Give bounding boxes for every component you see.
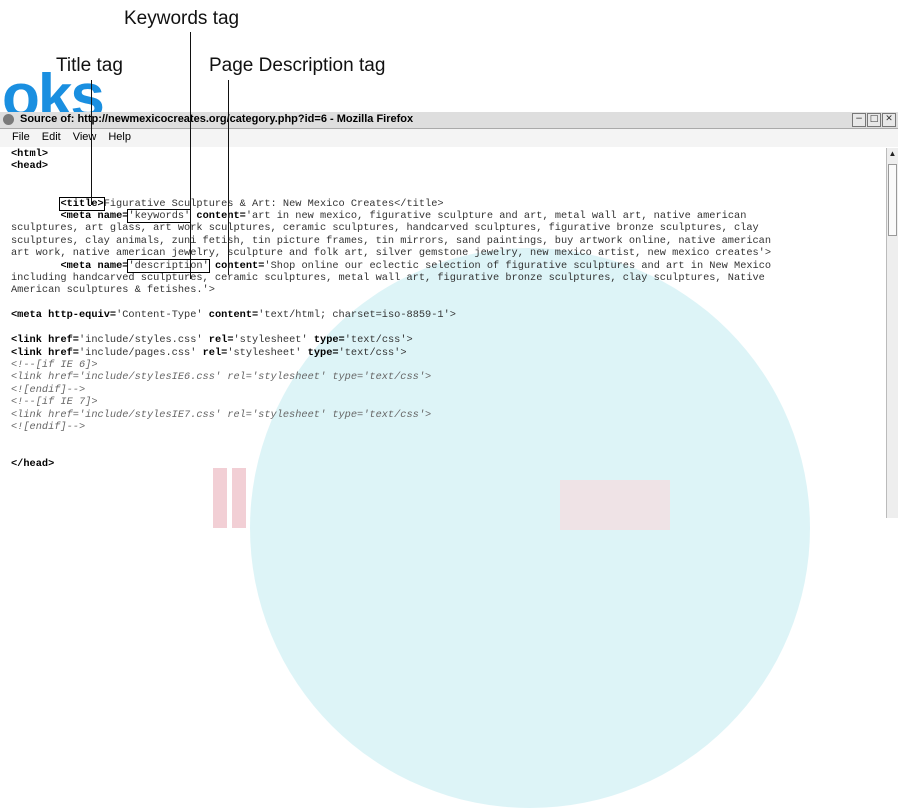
title-text: Figurative Sculptures & Art: New Mexico … xyxy=(103,197,444,210)
scroll-thumb[interactable] xyxy=(888,164,897,236)
type-attr: type= xyxy=(307,346,339,359)
title-pointer-line xyxy=(91,80,92,205)
html-open-tag: <html> xyxy=(11,148,49,160)
source-view[interactable]: <html> <head> <title>Figurative Sculptur… xyxy=(0,148,887,518)
http-equiv-attr: http-equiv= xyxy=(48,309,117,322)
title-bar: Source of: http://newmexicocreates.org/c… xyxy=(0,112,898,129)
window-controls: − □ ✕ xyxy=(852,113,896,127)
source-window: Source of: http://newmexicocreates.org/c… xyxy=(0,112,898,518)
conditional-comment: <link href='include/stylesIE7.css' rel='… xyxy=(11,408,432,421)
callout-page-description-tag: Page Description tag xyxy=(209,55,386,76)
href-value: 'include/pages.css' xyxy=(79,346,197,359)
menu-edit[interactable]: Edit xyxy=(36,129,67,147)
description-content-line: including handcarved sculptures, ceramic… xyxy=(11,272,765,285)
rel-attr: rel= xyxy=(208,334,234,347)
href-value: 'include/styles.css' xyxy=(79,334,203,347)
content-attr: content= xyxy=(196,210,246,223)
menu-help[interactable]: Help xyxy=(102,129,137,147)
title-open-tag: <title> xyxy=(59,196,105,211)
link-tag: <link xyxy=(11,346,42,359)
type-attr: type= xyxy=(313,334,345,347)
keywords-content-line: sculptures, art glass, art work sculptur… xyxy=(11,222,759,235)
meta-tag: <meta xyxy=(60,210,92,223)
window-title: Source of: http://newmexicocreates.org/c… xyxy=(20,113,414,125)
link-tag: <link xyxy=(11,334,42,347)
keywords-pointer-line xyxy=(190,32,191,279)
source-code: <html> <head> <title>Figurative Sculptur… xyxy=(11,148,771,471)
name-attr: name= xyxy=(97,210,129,223)
rel-attr: rel= xyxy=(202,346,228,359)
callout-keywords-tag: Keywords tag xyxy=(124,8,240,29)
menu-file[interactable]: File xyxy=(0,129,36,147)
restore-icon[interactable]: □ xyxy=(867,113,881,127)
description-value: 'description' xyxy=(127,258,210,273)
close-icon[interactable]: ✕ xyxy=(882,113,896,127)
content-attr: content= xyxy=(214,259,265,272)
type-value: 'text/css'> xyxy=(338,346,407,359)
keywords-content-line: 'art in new mexico, figurative sculpture… xyxy=(245,210,747,223)
meta-tag: <meta xyxy=(60,259,92,272)
conditional-comment: <![endif]--> xyxy=(11,383,86,396)
vertical-scrollbar[interactable]: ▲ xyxy=(886,148,898,518)
scroll-up-icon[interactable]: ▲ xyxy=(887,148,898,160)
firefox-icon xyxy=(3,114,14,125)
meta-tag: <meta xyxy=(11,309,42,322)
name-attr: name= xyxy=(97,259,129,272)
rel-value: 'stylesheet' xyxy=(227,346,302,359)
head-open-tag: <head> xyxy=(11,160,49,173)
http-equiv-content: 'text/html; charset=iso-8859-1'> xyxy=(258,309,456,322)
rel-value: 'stylesheet' xyxy=(233,334,308,347)
href-attr: href= xyxy=(48,334,79,347)
href-attr: href= xyxy=(48,346,79,359)
head-close-tag: </head> xyxy=(11,458,55,471)
description-pointer-line xyxy=(228,80,229,275)
conditional-comment: <link href='include/stylesIE6.css' rel='… xyxy=(11,371,432,384)
conditional-comment: <!--[if IE 6]> xyxy=(11,358,98,371)
menu-bar: File Edit View Help xyxy=(0,129,898,147)
keywords-content-line: art work, native american jewelry, sculp… xyxy=(11,247,772,260)
conditional-comment: <![endif]--> xyxy=(11,420,86,433)
description-content-line: American sculptures & fetishes.'> xyxy=(11,284,215,297)
menu-view[interactable]: View xyxy=(67,129,103,147)
http-equiv-value: 'Content-Type' xyxy=(116,309,203,322)
keywords-value: 'keywords' xyxy=(127,209,192,224)
content-attr: content= xyxy=(208,309,259,322)
keywords-content-line: sculptures, clay animals, zuni fetish, t… xyxy=(11,234,772,247)
conditional-comment: <!--[if IE 7]> xyxy=(11,396,98,409)
minimize-icon[interactable]: − xyxy=(852,113,866,127)
type-value: 'text/css'> xyxy=(344,334,413,347)
description-content-line: 'Shop online our eclectic selection of f… xyxy=(264,259,772,272)
